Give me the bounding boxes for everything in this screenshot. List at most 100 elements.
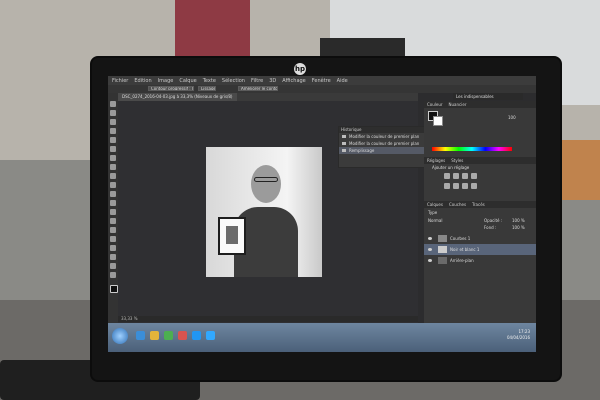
zoom-tool-icon[interactable] <box>110 272 116 278</box>
menu-item-text[interactable]: Texte <box>203 78 216 84</box>
color-spectrum[interactable] <box>432 147 512 151</box>
brightness-icon[interactable] <box>444 173 450 179</box>
document-tab-bar: DSC_0274_2016-04-03.jpg à 33,3% (Niveaux… <box>118 93 418 101</box>
adjustment-icons <box>444 171 514 195</box>
layer-filter-label[interactable]: Type <box>428 210 437 215</box>
history-item-label: Modifier la couleur de premier plan <box>349 134 420 139</box>
layer-row[interactable]: Arrière-plan <box>424 255 536 266</box>
levels-icon[interactable] <box>453 173 459 179</box>
history-item[interactable]: Remplissage <box>339 147 429 154</box>
held-picture-frame <box>218 217 246 255</box>
layer-name: Noir et blanc 1 <box>450 247 480 252</box>
screen: Fichier Edition Image Calque Texte Sélec… <box>108 76 536 352</box>
antialias-checkbox[interactable]: Lissage <box>198 86 216 91</box>
right-panels: Couleur Nuancier 100 Réglages Styles Ajo… <box>424 101 536 323</box>
hue-saturation-icon[interactable] <box>453 183 459 189</box>
menu-item-3d[interactable]: 3D <box>269 78 276 84</box>
menu-bar: Fichier Edition Image Calque Texte Sélec… <box>108 76 536 85</box>
brush-tool-icon[interactable] <box>110 164 116 170</box>
menu-item-view[interactable]: Affichage <box>282 78 306 84</box>
tab-styles[interactable]: Styles <box>451 157 463 164</box>
path-select-tool-icon[interactable] <box>110 245 116 251</box>
type-tool-icon[interactable] <box>110 236 116 242</box>
blend-mode-select[interactable]: Normal <box>428 218 442 223</box>
tab-adjustments[interactable]: Réglages <box>427 157 445 164</box>
menu-item-select[interactable]: Sélection <box>222 78 245 84</box>
photoshop-icon[interactable] <box>206 331 215 340</box>
framed-photo <box>226 226 238 244</box>
menu-item-filter[interactable]: Filtre <box>251 78 263 84</box>
exposure-icon[interactable] <box>471 173 477 179</box>
refine-edge-button[interactable]: Améliorer le contour... <box>238 86 278 91</box>
background-swatch[interactable] <box>433 116 443 126</box>
quick-select-tool-icon[interactable] <box>110 128 116 134</box>
move-tool-icon[interactable] <box>110 101 116 107</box>
person-head <box>251 165 281 203</box>
color-balance-icon[interactable] <box>462 183 468 189</box>
menu-item-layer[interactable]: Calque <box>179 78 196 84</box>
clock-date: 04/04/2016 <box>506 335 530 340</box>
layers-panel-tabs: Calques Couches Tracés <box>424 201 536 208</box>
crop-tool-icon[interactable] <box>110 137 116 143</box>
ie-icon[interactable] <box>136 331 145 340</box>
history-step-icon <box>342 135 346 138</box>
menu-item-image[interactable]: Image <box>158 78 174 84</box>
layer-row[interactable]: Courbes 1 <box>424 233 536 244</box>
tab-layers[interactable]: Calques <box>427 201 443 208</box>
tools-panel <box>108 93 118 323</box>
blur-tool-icon[interactable] <box>110 209 116 215</box>
word-icon[interactable] <box>192 331 201 340</box>
explorer-icon[interactable] <box>150 331 159 340</box>
menu-item-edit[interactable]: Edition <box>134 78 151 84</box>
chrome-icon[interactable] <box>164 331 173 340</box>
shape-tool-icon[interactable] <box>110 254 116 260</box>
photo-scene: hp Fichier Edition Image Calque Texte Sé… <box>0 0 600 400</box>
black-white-icon[interactable] <box>471 183 477 189</box>
menu-item-file[interactable]: Fichier <box>112 78 128 84</box>
document-photo[interactable] <box>206 147 322 277</box>
tab-color[interactable]: Couleur <box>427 101 443 108</box>
healing-tool-icon[interactable] <box>110 155 116 161</box>
curves-icon[interactable] <box>462 173 468 179</box>
eyedropper-tool-icon[interactable] <box>110 146 116 152</box>
menu-item-help[interactable]: Aide <box>337 78 348 84</box>
workspace-button[interactable]: Les indispensables <box>453 93 523 100</box>
tab-swatches[interactable]: Nuancier <box>449 101 467 108</box>
opacity-label: Opacité : <box>484 218 503 223</box>
gradient-tool-icon[interactable] <box>110 200 116 206</box>
feather-field[interactable]: Contour progressif : 0 px <box>148 86 194 91</box>
glasses <box>254 177 278 182</box>
marquee-tool-icon[interactable] <box>110 110 116 116</box>
opacity-field[interactable]: 100 % <box>512 218 525 223</box>
canvas-area[interactable]: Historique Modifier la couleur de premie… <box>118 101 430 323</box>
history-brush-tool-icon[interactable] <box>110 182 116 188</box>
clock[interactable]: 17:23 04/04/2016 <box>507 329 530 341</box>
tab-channels[interactable]: Couches <box>449 201 466 208</box>
status-bar: 33,33 % <box>118 316 418 322</box>
tab-paths[interactable]: Tracés <box>472 201 485 208</box>
menu-item-window[interactable]: Fenêtre <box>312 78 331 84</box>
history-step-icon <box>342 142 346 145</box>
zoom-level[interactable]: 33,33 % <box>121 316 138 321</box>
foreground-color-icon[interactable] <box>110 285 118 293</box>
history-item[interactable]: Modifier la couleur de premier plan <box>339 140 429 147</box>
eraser-tool-icon[interactable] <box>110 191 116 197</box>
eye-icon[interactable] <box>428 259 432 262</box>
vibrance-icon[interactable] <box>444 183 450 189</box>
red-wall-panel <box>175 0 250 60</box>
eye-icon[interactable] <box>428 248 432 251</box>
lasso-tool-icon[interactable] <box>110 119 116 125</box>
history-item[interactable]: Modifier la couleur de premier plan <box>339 133 429 140</box>
stamp-tool-icon[interactable] <box>110 173 116 179</box>
eye-icon[interactable] <box>428 237 432 240</box>
color-value[interactable]: 100 <box>508 115 516 120</box>
start-button[interactable] <box>112 328 128 344</box>
dodge-tool-icon[interactable] <box>110 218 116 224</box>
layer-thumbnail <box>438 246 447 253</box>
fill-field[interactable]: 100 % <box>512 225 525 230</box>
pen-tool-icon[interactable] <box>110 227 116 233</box>
layer-row[interactable]: Noir et blanc 1 <box>424 244 536 255</box>
acrobat-icon[interactable] <box>178 331 187 340</box>
hand-tool-icon[interactable] <box>110 263 116 269</box>
document-tab[interactable]: DSC_0274_2016-04-03.jpg à 33,3% (Niveaux… <box>118 93 237 101</box>
